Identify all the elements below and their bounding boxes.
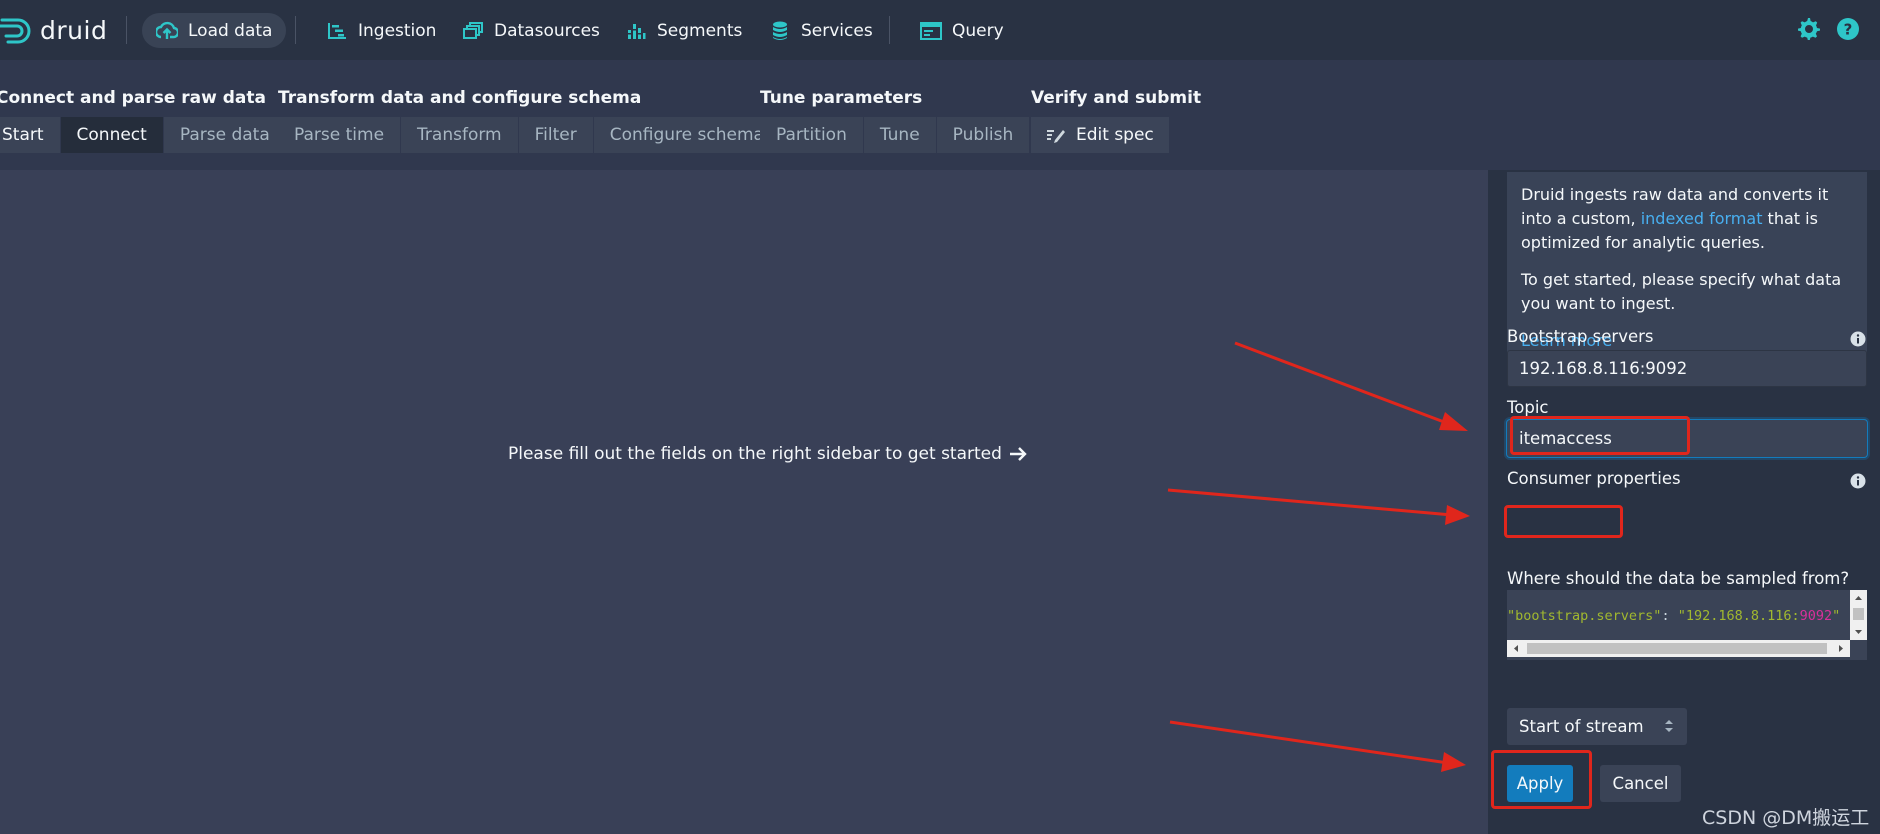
druid-logo-icon <box>0 18 31 44</box>
step-group-connect: Connect and parse raw data <box>0 88 266 108</box>
step-group-tune: Tune parameters <box>760 88 922 108</box>
bootstrap-servers-label: Bootstrap servers <box>1507 327 1654 346</box>
json-colon: : <box>1661 608 1678 624</box>
nav-datasources-label: Datasources <box>494 20 600 41</box>
step-filter[interactable]: Filter <box>518 117 593 153</box>
consumer-properties-label: Consumer properties <box>1507 469 1681 488</box>
sample-source-label: Where should the data be sampled from? <box>1507 569 1850 588</box>
consumer-properties-editor[interactable]: "bootstrap.servers": "192.168.8.116:9092… <box>1507 590 1867 660</box>
step-configure-schema[interactable]: Configure schema <box>593 117 780 153</box>
step-group-title: Connect and parse raw data <box>0 88 266 108</box>
step-group-title: Tune parameters <box>760 88 923 108</box>
nav-load-data-label: Load data <box>188 20 273 41</box>
nav-datasources[interactable]: Datasources <box>448 13 614 48</box>
horizontal-scrollbar[interactable] <box>1507 640 1850 657</box>
step-group-verify: Verify and submit <box>1031 88 1201 108</box>
nav-services-label: Services <box>801 20 873 41</box>
info-paragraph-1: Druid ingests raw data and converts it i… <box>1521 183 1853 255</box>
code-line: "bootstrap.servers": "192.168.8.116:9092… <box>1507 608 1840 624</box>
step-connect[interactable]: Connect <box>60 117 163 153</box>
nav-divider <box>295 16 296 44</box>
nav-segments-label: Segments <box>657 20 743 41</box>
double-caret-icon <box>1665 720 1673 732</box>
scroll-thumb[interactable] <box>1853 608 1864 620</box>
svg-text:?: ? <box>1844 21 1853 39</box>
topic-label: Topic <box>1507 398 1549 417</box>
nav-divider <box>126 16 127 44</box>
scroll-down-icon[interactable] <box>1850 626 1867 638</box>
top-navbar: druid Load data Ingestion Datasources Se… <box>0 0 1880 60</box>
nav-query-label: Query <box>952 20 1004 41</box>
nav-ingestion-label: Ingestion <box>358 20 437 41</box>
nav-load-data[interactable]: Load data <box>142 13 287 48</box>
topic-input[interactable]: itemaccess <box>1507 420 1867 457</box>
step-partition[interactable]: Partition <box>760 117 863 153</box>
multi-select-icon <box>462 20 484 42</box>
json-value-num: 9092 <box>1799 608 1833 624</box>
step-buttons-verify: Edit spec <box>1031 117 1169 153</box>
cloud-upload-icon <box>156 20 178 42</box>
empty-state-message: Please fill out the fields on the right … <box>508 444 1028 464</box>
application-icon <box>920 20 942 42</box>
scroll-thumb[interactable] <box>1527 643 1827 654</box>
bootstrap-servers-input[interactable]: 192.168.8.116:9092 <box>1507 350 1867 387</box>
nav-ingestion[interactable]: Ingestion <box>312 13 450 48</box>
arrow-right-icon <box>1009 447 1027 461</box>
json-value: "192.168.8.116: <box>1677 608 1800 624</box>
json-key: "bootstrap.servers" <box>1507 608 1662 624</box>
stacked-chart-icon <box>625 20 647 42</box>
scroll-up-icon[interactable] <box>1850 592 1867 604</box>
gear-icon[interactable] <box>1797 17 1821 41</box>
sample-source-select[interactable]: Start of stream <box>1507 708 1687 745</box>
step-parse-time[interactable]: Parse time <box>278 117 401 153</box>
info-paragraph-2: To get started, please specify what data… <box>1521 270 1842 313</box>
database-icon <box>769 20 791 42</box>
indexed-format-link[interactable]: indexed format <box>1641 209 1763 228</box>
scroll-right-icon[interactable] <box>1834 640 1848 657</box>
step-start[interactable]: Start <box>0 117 60 153</box>
edit-spec-icon <box>1047 130 1065 143</box>
druid-logo[interactable]: druid <box>0 10 107 50</box>
sample-source-value: Start of stream <box>1519 717 1644 736</box>
nav-services[interactable]: Services <box>755 13 887 48</box>
wizard-steps: Connect and parse raw data Transform dat… <box>0 60 1880 170</box>
step-edit-spec[interactable]: Edit spec <box>1031 117 1169 153</box>
info-sign-icon[interactable] <box>1850 331 1866 347</box>
step-buttons-connect: Start Connect Parse data <box>0 117 286 153</box>
cancel-button[interactable]: Cancel <box>1600 765 1681 802</box>
help-icon[interactable]: ? <box>1836 17 1860 41</box>
info-sign-icon[interactable] <box>1850 473 1866 489</box>
gantt-chart-icon <box>326 20 348 42</box>
right-sidebar: Druid ingests raw data and converts it i… <box>1488 170 1880 834</box>
empty-state-text: Please fill out the fields on the right … <box>508 444 1002 464</box>
step-edit-spec-label: Edit spec <box>1076 125 1154 145</box>
step-buttons-transform: Parse time Transform Filter Configure sc… <box>278 117 780 153</box>
step-publish[interactable]: Publish <box>936 117 1030 153</box>
watermark: CSDN @DM搬运工 <box>1702 807 1870 829</box>
vertical-scrollbar[interactable] <box>1850 590 1867 640</box>
step-buttons-tune: Partition Tune Publish <box>760 117 1030 153</box>
nav-divider <box>889 16 890 44</box>
step-parse-data[interactable]: Parse data <box>163 117 286 153</box>
step-group-title: Transform data and configure schema <box>278 88 642 108</box>
step-transform[interactable]: Transform <box>401 117 518 153</box>
nav-query[interactable]: Query <box>906 13 1018 48</box>
nav-segments[interactable]: Segments <box>611 13 756 48</box>
step-tune[interactable]: Tune <box>863 117 936 153</box>
step-group-transform: Transform data and configure schema <box>278 88 641 108</box>
scroll-left-icon[interactable] <box>1509 640 1523 657</box>
main-panel: Please fill out the fields on the right … <box>0 170 1488 834</box>
app-name: druid <box>40 15 108 45</box>
json-value-end: " <box>1832 608 1841 624</box>
step-group-title: Verify and submit <box>1031 88 1202 108</box>
apply-button[interactable]: Apply <box>1507 765 1573 802</box>
